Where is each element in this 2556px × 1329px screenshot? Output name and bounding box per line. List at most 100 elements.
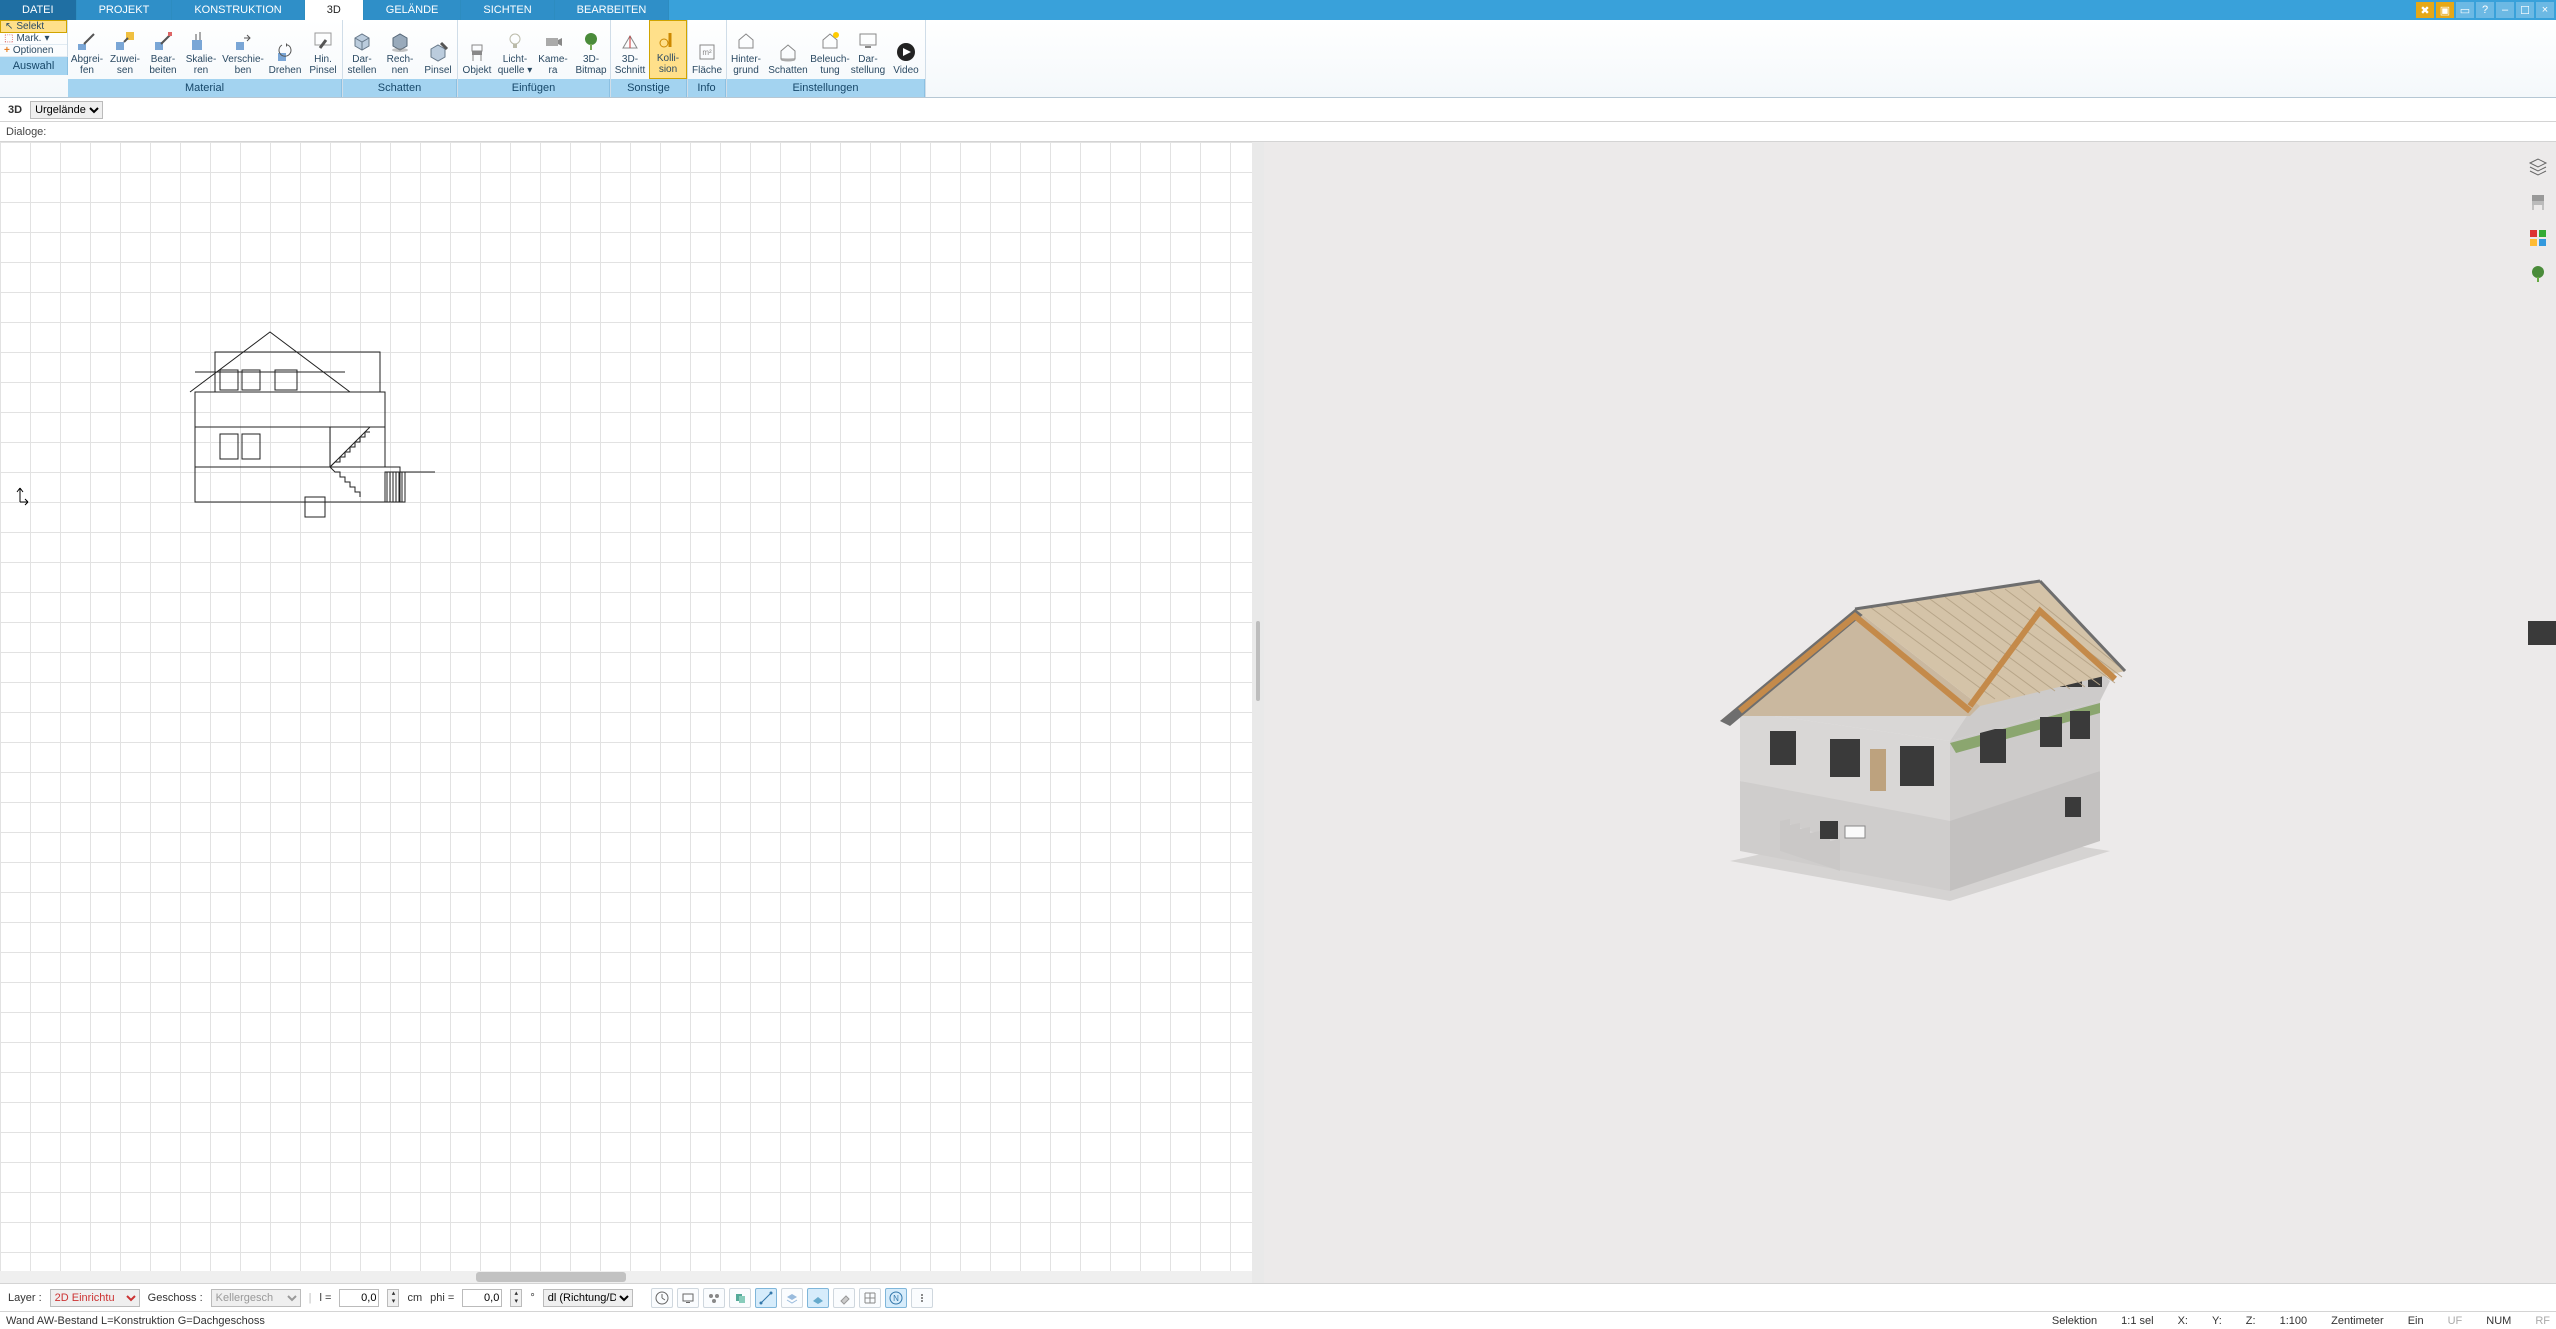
flaeche-button[interactable]: m²Fläche bbox=[688, 20, 726, 79]
north-arrow-icon bbox=[14, 482, 38, 506]
camera-icon bbox=[541, 29, 565, 53]
cm-label: cm bbox=[407, 1292, 422, 1304]
group-icon[interactable] bbox=[703, 1288, 725, 1308]
bearbeiten-button[interactable]: Bear- beiten bbox=[144, 20, 182, 79]
pinsel-button[interactable]: Pinsel bbox=[419, 20, 457, 79]
phi-input[interactable] bbox=[462, 1289, 502, 1307]
more-icon[interactable] bbox=[911, 1288, 933, 1308]
geschoss-label: Geschoss : bbox=[148, 1292, 203, 1304]
tab-sichten[interactable]: SICHTEN bbox=[461, 0, 554, 20]
status-left: Wand AW-Bestand L=Konstruktion G=Dachges… bbox=[6, 1315, 265, 1327]
tool-icon[interactable]: ✖ bbox=[2416, 2, 2434, 18]
layer-label: Layer : bbox=[8, 1292, 42, 1304]
tab-gelaende[interactable]: GELÄNDE bbox=[364, 0, 462, 20]
bitmap3d-button[interactable]: 3D- Bitmap bbox=[572, 20, 610, 79]
status-x: X: bbox=[2178, 1315, 2188, 1327]
gelaende-select[interactable]: Urgelände bbox=[30, 101, 103, 119]
window-icon[interactable]: ▭ bbox=[2456, 2, 2474, 18]
eraser-icon[interactable] bbox=[833, 1288, 855, 1308]
geschoss-select[interactable]: Kellergesch bbox=[211, 1289, 301, 1307]
kollision-button[interactable]: Kolli- sion bbox=[649, 20, 687, 79]
maximize-button[interactable]: ☐ bbox=[2516, 2, 2534, 18]
tab-datei[interactable]: DATEI bbox=[0, 0, 77, 20]
palette-icon[interactable] bbox=[2526, 226, 2550, 250]
edit-icon bbox=[151, 29, 175, 53]
view-selector-bar: 3D Urgelände bbox=[0, 98, 2556, 122]
verschieben-button[interactable]: Verschie- ben bbox=[220, 20, 266, 79]
status-unit: Zentimeter bbox=[2331, 1315, 2384, 1327]
snap-plane-icon[interactable] bbox=[807, 1288, 829, 1308]
abgreifen-button[interactable]: Abgrei- fen bbox=[68, 20, 106, 79]
help-icon[interactable]: ? bbox=[2476, 2, 2494, 18]
pane-splitter[interactable] bbox=[1252, 142, 1264, 1283]
phi-spinner[interactable]: ▴▾ bbox=[510, 1289, 522, 1307]
tab-3d[interactable]: 3D bbox=[305, 0, 364, 20]
north-icon[interactable]: N bbox=[885, 1288, 907, 1308]
layer-select[interactable]: 2D Einrichtu bbox=[50, 1289, 140, 1307]
view-2d[interactable] bbox=[0, 142, 1252, 1283]
rechnen-button[interactable]: Rech- nen bbox=[381, 20, 419, 79]
beleuchtung-button[interactable]: Beleuch- tung bbox=[811, 20, 849, 79]
zuweisen-button[interactable]: Zuwei- sen bbox=[106, 20, 144, 79]
rotate-icon bbox=[273, 40, 297, 64]
drehen-button[interactable]: Drehen bbox=[266, 20, 304, 79]
collision-icon bbox=[656, 28, 680, 52]
house-light-icon bbox=[818, 29, 842, 53]
section-icon bbox=[618, 29, 642, 53]
skalieren-button[interactable]: Skalie- ren bbox=[182, 20, 220, 79]
minimize-button[interactable]: – bbox=[2496, 2, 2514, 18]
status-selektion: Selektion bbox=[2052, 1315, 2097, 1327]
side-dock bbox=[2524, 154, 2552, 286]
area-icon: m² bbox=[695, 40, 719, 64]
lichtquelle-button[interactable]: Licht- quelle ▾ bbox=[496, 20, 534, 79]
layers-icon[interactable] bbox=[2526, 154, 2550, 178]
group-sonstige: Sonstige bbox=[611, 79, 687, 97]
tree-icon bbox=[579, 29, 603, 53]
selekt-label: Selekt bbox=[16, 21, 44, 32]
l-spinner[interactable]: ▴▾ bbox=[387, 1289, 399, 1307]
status-scale: 1:100 bbox=[2280, 1315, 2308, 1327]
snap-angle-icon[interactable] bbox=[755, 1288, 777, 1308]
furniture-icon[interactable] bbox=[2526, 190, 2550, 214]
menu-bar: DATEI PROJEKT KONSTRUKTION 3D GELÄNDE SI… bbox=[0, 0, 2556, 20]
mark-tool[interactable]: ⬚ Mark. ▾ bbox=[0, 33, 67, 45]
grid-toggle-icon[interactable] bbox=[859, 1288, 881, 1308]
copy-icon[interactable] bbox=[729, 1288, 751, 1308]
clock-icon[interactable] bbox=[651, 1288, 673, 1308]
assign-icon bbox=[113, 29, 137, 53]
layers-toggle-icon[interactable] bbox=[781, 1288, 803, 1308]
svg-text:N: N bbox=[893, 1294, 899, 1303]
selekt-tool[interactable]: ↖ Selekt bbox=[0, 20, 67, 33]
l-input[interactable] bbox=[339, 1289, 379, 1307]
hinpinsel-button[interactable]: Hin. Pinsel bbox=[304, 20, 342, 79]
chevron-down-icon: ▾ bbox=[44, 33, 49, 44]
tree-side-icon[interactable] bbox=[2526, 262, 2550, 286]
schatten-button[interactable]: Schatten bbox=[765, 20, 811, 79]
clipboard-icon[interactable]: ▣ bbox=[2436, 2, 2454, 18]
dl-select[interactable]: dl (Richtung/Di bbox=[543, 1289, 633, 1307]
darstellung-button[interactable]: Dar- stellung bbox=[849, 20, 887, 79]
screen-icon[interactable] bbox=[677, 1288, 699, 1308]
side-panel-handle[interactable] bbox=[2528, 621, 2556, 645]
video-button[interactable]: Video bbox=[887, 20, 925, 79]
group-info: Info bbox=[688, 79, 726, 97]
move-icon bbox=[231, 29, 255, 53]
scrollbar-horizontal[interactable] bbox=[0, 1271, 1252, 1283]
phi-label: phi = bbox=[430, 1292, 454, 1304]
close-button[interactable]: × bbox=[2536, 2, 2554, 18]
kamera-button[interactable]: Kame- ra bbox=[534, 20, 572, 79]
bottom-toolbar: Layer : 2D Einrichtu Geschoss : Kellerge… bbox=[0, 1283, 2556, 1311]
tab-projekt[interactable]: PROJEKT bbox=[77, 0, 173, 20]
optionen-tool[interactable]: + Optionen bbox=[0, 45, 67, 57]
cube-shadow-icon bbox=[388, 29, 412, 53]
schnitt3d-button[interactable]: 3D- Schnitt bbox=[611, 20, 649, 79]
tab-konstruktion[interactable]: KONSTRUKTION bbox=[172, 0, 304, 20]
elevation-drawing bbox=[180, 322, 440, 522]
view-3d[interactable] bbox=[1264, 142, 2556, 1283]
hintergrund-button[interactable]: Hinter- grund bbox=[727, 20, 765, 79]
group-einfuegen: Einfügen bbox=[458, 79, 610, 97]
tab-bearbeiten[interactable]: BEARBEITEN bbox=[555, 0, 670, 20]
darstellen-button[interactable]: Dar- stellen bbox=[343, 20, 381, 79]
status-z: Z: bbox=[2246, 1315, 2256, 1327]
objekt-button[interactable]: Objekt bbox=[458, 20, 496, 79]
